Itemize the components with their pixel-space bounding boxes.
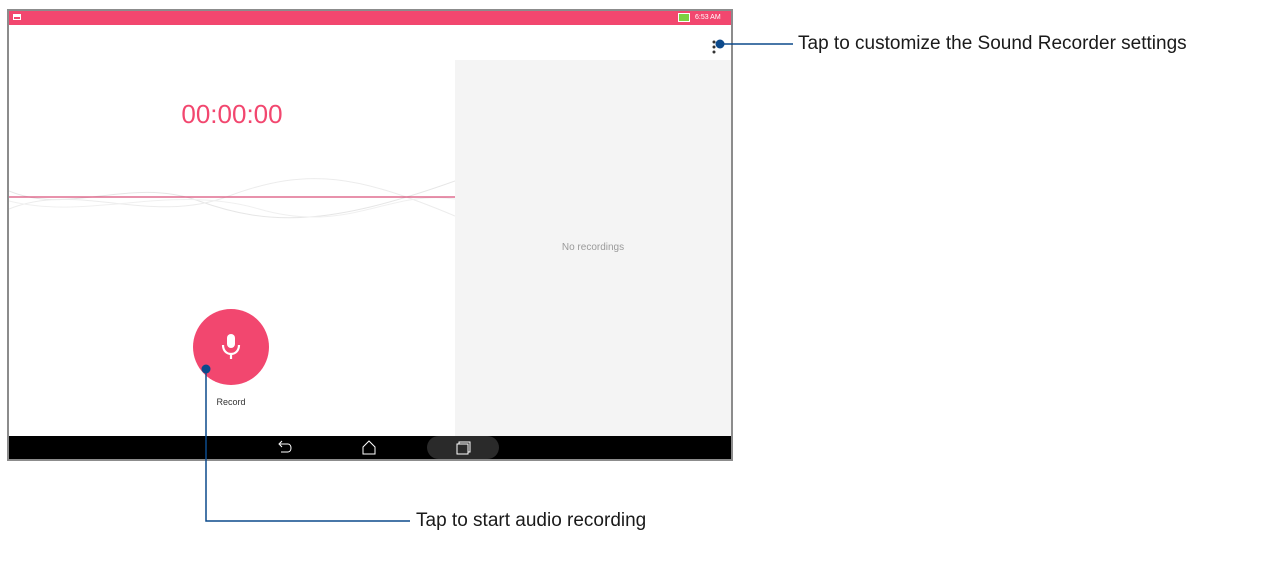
settings-callout-text: Tap to customize the Sound Recorder sett… [798,33,1187,54]
status-bar: 6:53 AM [9,11,731,25]
tablet-screen: 6:53 AM 00:00:00 Record No recordings [9,11,731,459]
empty-recordings-text: No recordings [561,242,625,253]
recent-apps-icon [456,441,471,455]
navigation-bar [9,436,731,459]
tablet-frame: 6:53 AM 00:00:00 Record No recordings [7,9,733,461]
home-icon [362,440,376,455]
back-button[interactable] [264,436,304,459]
kebab-menu-icon[interactable] [711,39,717,54]
recent-apps-button[interactable] [443,436,483,459]
battery-charging-icon [678,13,690,22]
waveform [9,178,455,219]
microphone-icon [221,334,241,359]
record-label: Record [216,397,246,407]
status-time: 6:53 AM [695,14,721,21]
home-button[interactable] [349,436,389,459]
recording-timer: 00:00:00 [181,99,283,129]
back-icon [278,440,292,453]
recordings-panel: No recordings [455,60,731,436]
record-callout-text: Tap to start audio recording [416,510,647,531]
notification-icon [13,14,21,20]
record-button[interactable] [193,309,269,385]
